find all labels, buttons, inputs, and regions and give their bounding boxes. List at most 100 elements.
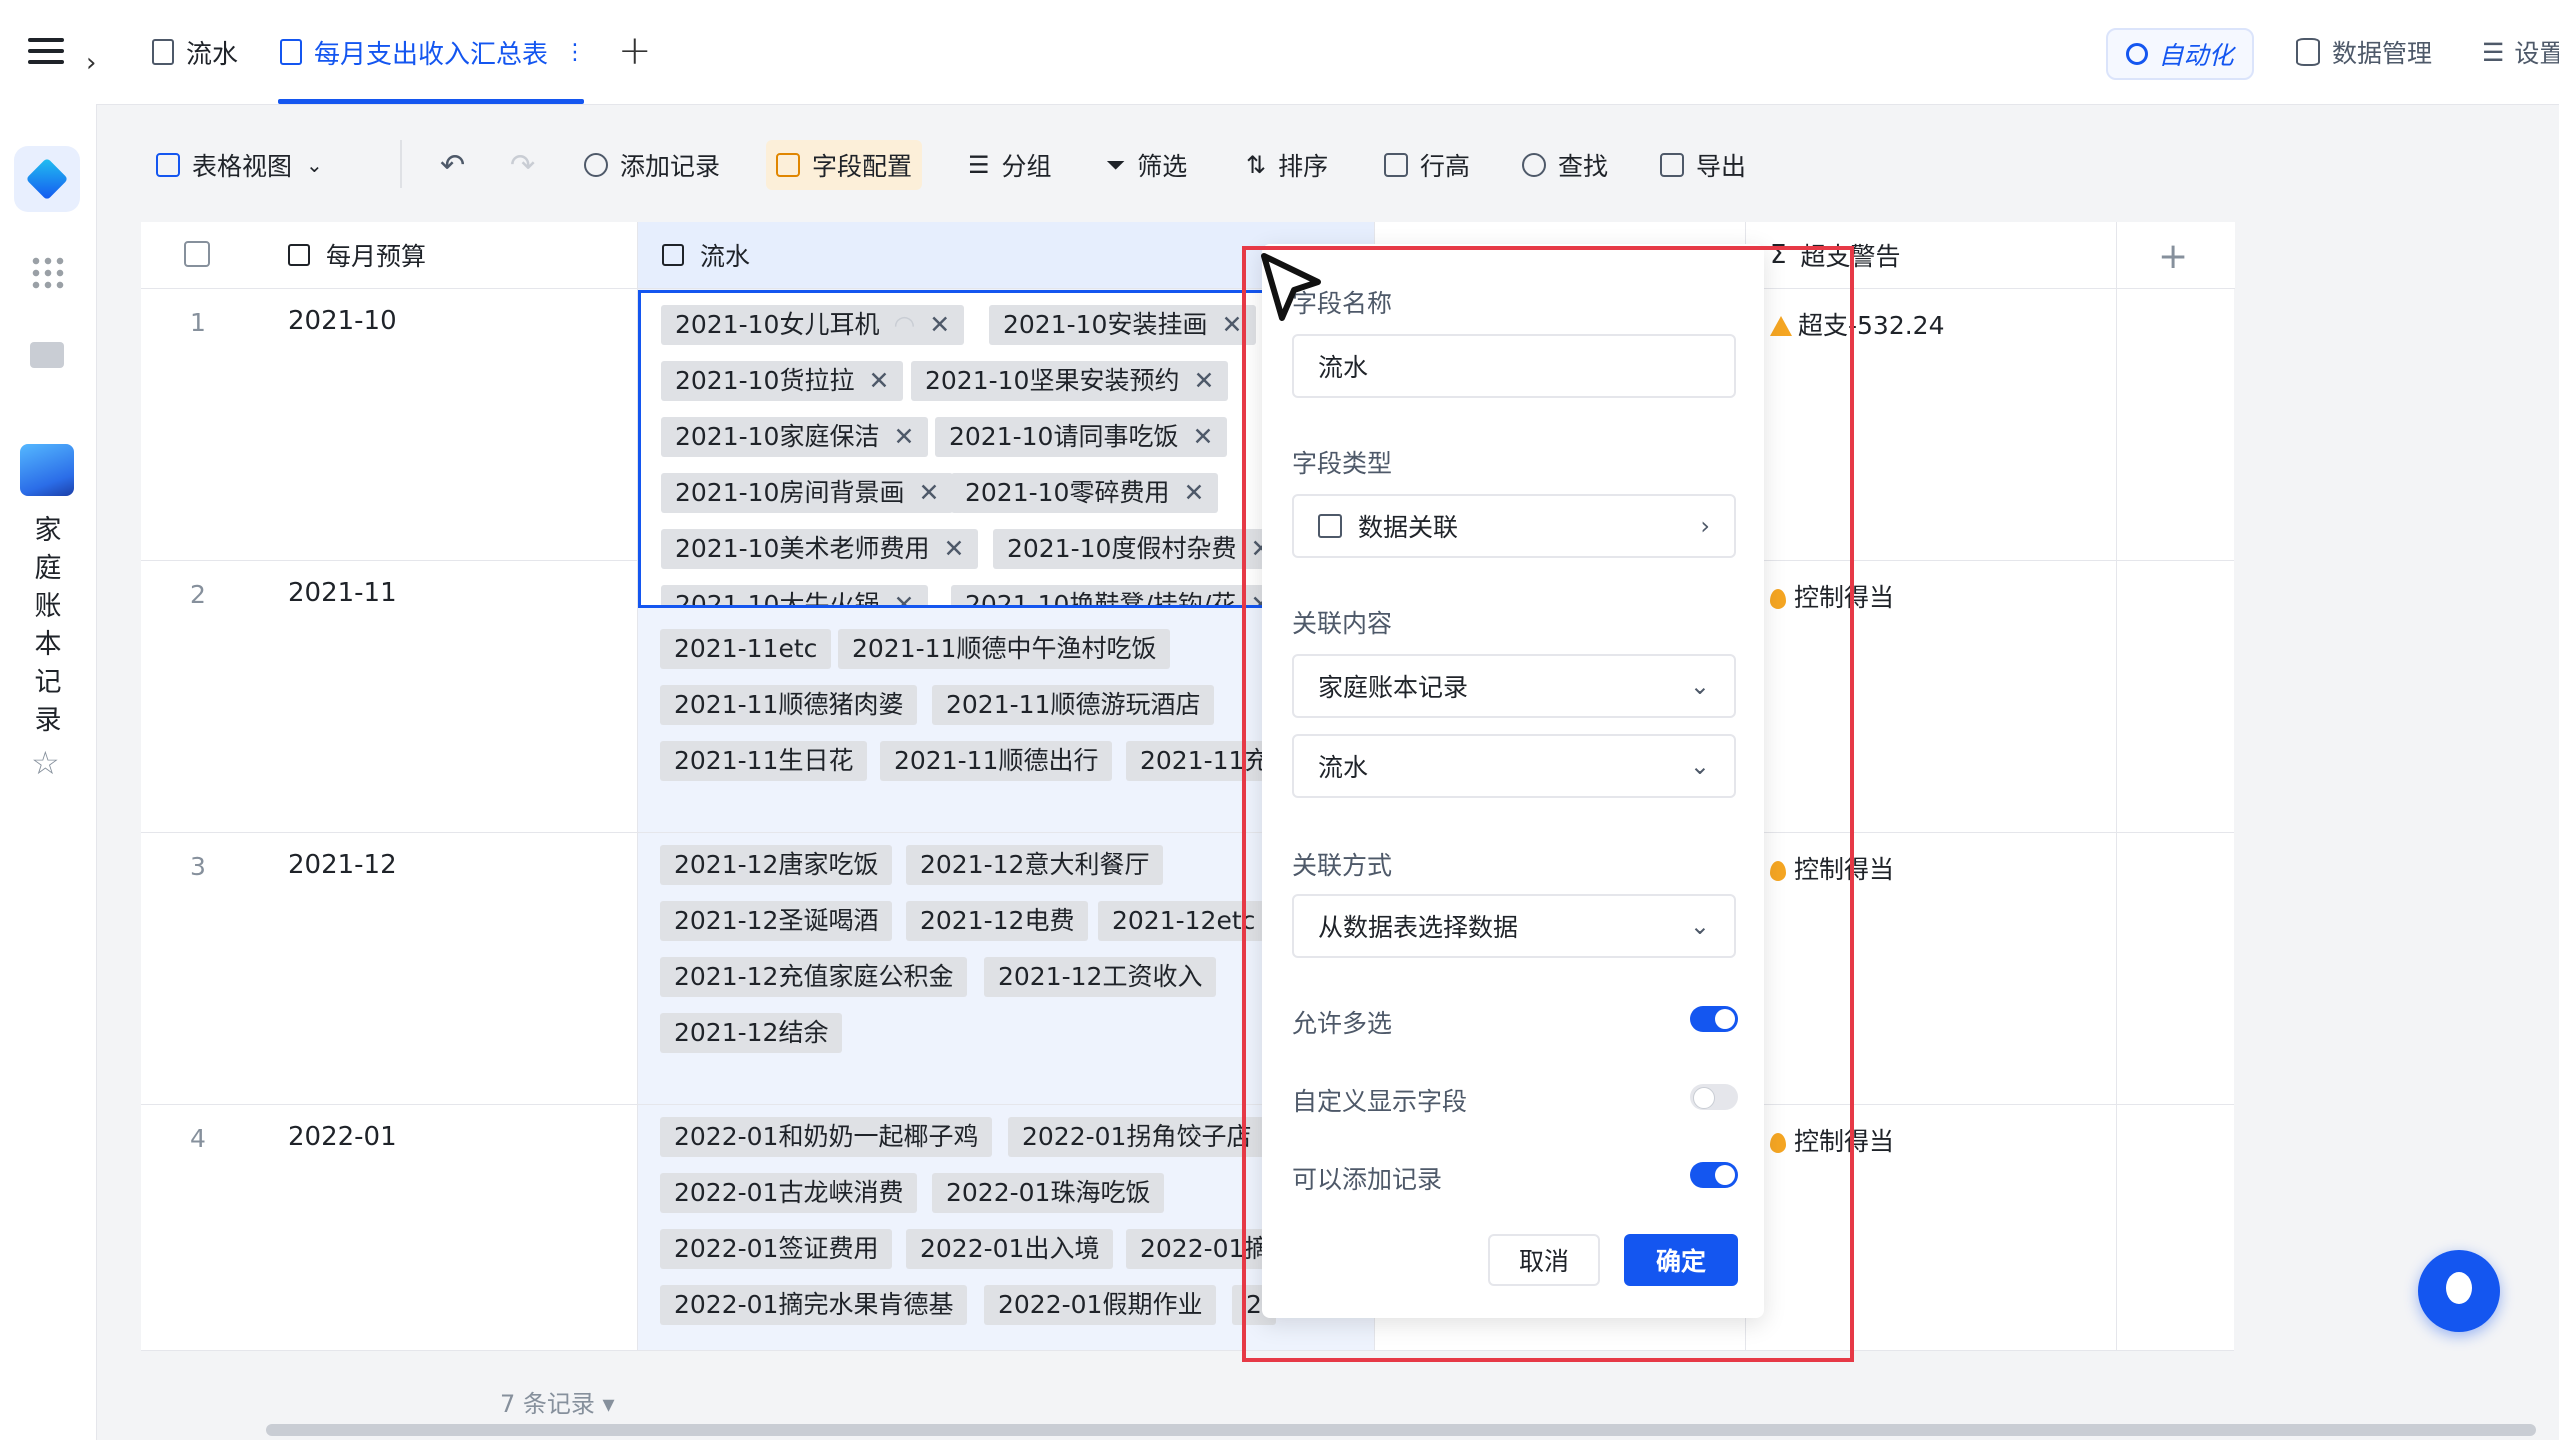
flow-cell-editing[interactable]: 2021-10女儿耳机 ◠ ✕ 2021-10安装挂画 ✕ 2021-10货拉拉 ✕ 2… [638,290,1280,608]
linked-record-tag[interactable]: 2021-10度假村杂费 ✕ [993,529,1277,569]
linked-record-tag[interactable]: 2021-10坚果安装预约 ✕ [911,361,1229,401]
remove-tag-icon: ✕ [1221,310,1243,339]
lightbulb-icon [2446,1272,2472,1304]
row-divider [141,832,2234,833]
linked-record-tag[interactable]: 2022-01假期作业 [984,1285,1217,1325]
app-thumbnail[interactable] [20,444,74,496]
remove-tag-icon: ✕ [918,478,940,507]
row-height-icon [1384,153,1408,177]
linked-record-tag[interactable]: 2021-10女儿耳机 ◠ ✕ [661,305,965,345]
undo-button[interactable]: ↶ [440,140,465,190]
row-number: 4 [190,1124,206,1153]
menu-icon[interactable] [28,38,64,68]
link-icon [662,244,684,266]
budget-month[interactable]: 2021-12 [288,850,397,880]
linked-record-tag[interactable]: 2021-11顺德猪肉婆 [660,685,918,725]
linked-record-tag[interactable]: 2021-12圣诞喝酒 [660,901,893,941]
budget-month[interactable]: 2021-10 [288,306,397,336]
linked-record-tag[interactable]: 2021-10美术老师费用 ✕ [661,529,979,569]
field-config-button[interactable]: 字段配置 [766,140,923,190]
linked-record-tag[interactable]: 2021-10家庭保洁 ✕ [661,417,929,457]
settings-button[interactable]: ☰ 设置 [2482,34,2559,70]
export-button[interactable]: 导出 [1660,140,1746,190]
view-switcher[interactable]: 表格视图 ⌄ [156,140,323,190]
record-count[interactable]: 7 条记录 ▾ [500,1384,615,1419]
linked-record-tag[interactable]: 2021-11etc [660,629,832,669]
sliders-icon: ☰ [2482,37,2505,67]
filter-button[interactable]: ⏷ 筛选 [1106,140,1187,190]
field-config-icon [776,153,800,177]
linked-record-tag[interactable]: 2021-10换鞋凳/挂钩/花 ✕ [951,585,1277,605]
linked-record-tag[interactable]: 2021-12电费 [906,901,1089,941]
linked-record-tag[interactable]: 2022-01出入境 [906,1229,1114,1269]
budget-month[interactable]: 2021-11 [288,578,397,608]
linked-record-tag[interactable]: 2021-10请同事吃饭 ✕ [935,417,1228,457]
column-divider [2116,222,2117,1350]
sort-icon: ⇅ [1246,151,1267,179]
tab-flow[interactable]: 流水 [152,30,238,74]
linked-record-tag[interactable]: 2021-12结余 [660,1013,843,1053]
remove-tag-icon: ✕ [1192,422,1214,451]
column-header-budget[interactable]: 每月预算 [288,222,588,288]
expand-chevron-icon[interactable]: › [86,48,96,78]
row-divider [141,288,2234,289]
star-icon[interactable]: ☆ [31,744,60,782]
linked-record-tag[interactable]: 2021-10货拉拉 ✕ [661,361,904,401]
automation-button[interactable]: 自动化 [2106,28,2254,80]
column-header-flow[interactable]: 流水 [662,222,962,288]
linked-record-tag[interactable]: 2022-01珠海吃饭 [932,1173,1165,1213]
remove-tag-icon: ✕ [868,366,890,395]
linked-record-tag[interactable]: 2022-01签证费用 [660,1229,893,1269]
linked-record-tag[interactable]: 2021-11顺德游玩酒店 [932,685,1215,725]
document-icon [280,39,302,65]
download-icon [1660,153,1684,177]
linked-record-tag[interactable]: 2021-12意大利餐厅 [906,845,1164,885]
row-height-button[interactable]: 行高 [1384,140,1470,190]
app-name-char: 记 [34,667,62,698]
remove-tag-icon: ✕ [1183,478,1205,507]
data-management-button[interactable]: 数据管理 [2296,34,2432,70]
add-tab-button[interactable]: + [618,28,652,74]
add-column-button[interactable]: + [2158,236,2188,277]
row-divider [141,1350,2234,1351]
folder-icon[interactable] [30,342,64,368]
row-number: 3 [190,852,206,881]
linked-record-tag[interactable]: 2021-10大牛火锅 ✕ [661,585,929,605]
linked-record-tag[interactable]: 2021-11顺德中午渔村吃饭 [838,629,1171,669]
linked-record-tag[interactable]: 2022-01和奶奶一起椰子鸡 [660,1117,993,1157]
group-button[interactable]: ☰ 分组 [968,140,1052,190]
linked-record-tag[interactable]: 2021-12充值家庭公积金 [660,957,968,997]
linked-record-tag[interactable]: 2022-01摘完水果肯德基 [660,1285,968,1325]
redo-button[interactable]: ↷ [510,140,535,190]
find-button[interactable]: 查找 [1522,140,1608,190]
linked-record-tag[interactable]: 2021-10安装挂画 ✕ [989,305,1257,345]
budget-month[interactable]: 2022-01 [288,1122,397,1152]
add-record-button[interactable]: 添加记录 [584,140,720,190]
linked-record-tag[interactable]: 2022-01拐角饺子店 [1008,1117,1266,1157]
linked-record-tag[interactable]: 2022-01古龙峡消费 [660,1173,918,1213]
automation-icon [2126,43,2149,65]
remove-tag-icon: ✕ [943,534,965,563]
linked-record-tag[interactable]: 2021-11生日花 [660,741,868,781]
remove-tag-icon: ✕ [929,310,951,339]
linked-record-tag[interactable]: 2021-10零碎费用 ✕ [951,473,1219,513]
linked-record-tag[interactable]: 2021-10房间背景画 ✕ [661,473,954,513]
search-icon [1522,153,1546,177]
app-name-char: 家 [34,515,62,546]
row-divider [141,1104,2234,1105]
linked-record-tag[interactable]: 2021-12唐家吃饭 [660,845,893,885]
horizontal-scrollbar[interactable] [266,1424,2536,1436]
tab-label: 每月支出收入汇总表 [314,39,549,70]
more-vertical-icon[interactable]: ⋮ [564,40,586,65]
apps-grid-icon[interactable] [30,255,66,291]
tab-label: 流水 [186,39,239,70]
app-name-char: 账 [34,591,62,622]
column-header-label: 流水 [700,242,751,271]
linked-record-tag[interactable]: 2021-11顺德出行 [880,741,1113,781]
select-all-checkbox[interactable] [184,241,210,267]
tab-monthly-summary[interactable]: 每月支出收入汇总表 ⋮ [280,30,586,74]
sort-button[interactable]: ⇅ 排序 [1246,140,1328,190]
linked-record-tag[interactable]: 2021-12工资收入 [984,957,1217,997]
list-icon: ☰ [968,151,990,179]
help-bulb-button[interactable] [2418,1250,2500,1332]
